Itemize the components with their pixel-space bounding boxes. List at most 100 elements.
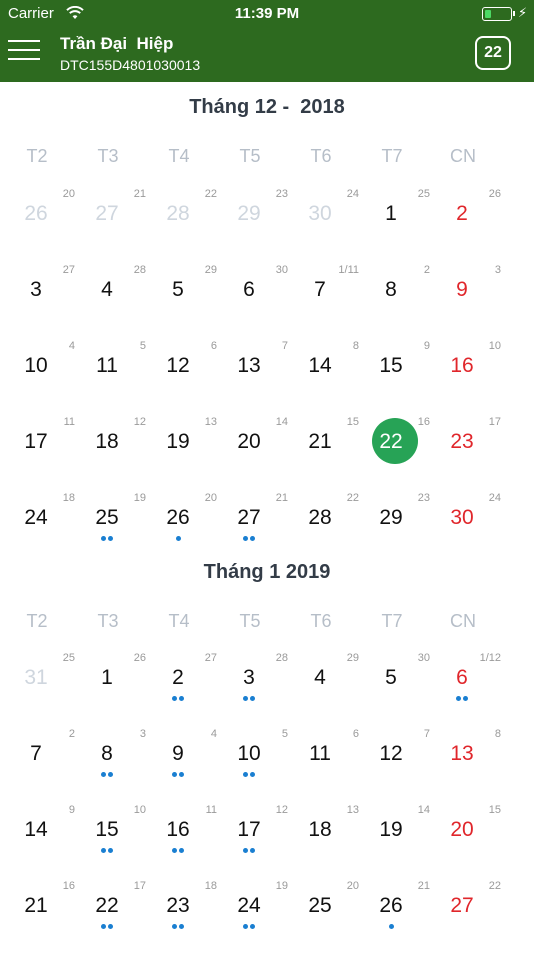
solar-date: 28: [308, 506, 332, 529]
day-cell[interactable]: 14 20: [221, 416, 292, 492]
day-cell[interactable]: 18 23: [150, 880, 221, 956]
day-cell[interactable]: 24 30: [292, 188, 363, 264]
day-cell[interactable]: 18 24: [8, 492, 79, 568]
lunar-date: 22: [204, 188, 217, 200]
lunar-date: 9: [68, 804, 75, 816]
day-cell[interactable]: 13 19: [150, 416, 221, 492]
lunar-date: 25: [417, 188, 430, 200]
event-indicator: [150, 770, 206, 777]
day-cell[interactable]: 21 26: [363, 880, 434, 956]
solar-date: 18: [95, 430, 119, 453]
day-cell[interactable]: 9 14: [8, 804, 79, 880]
day-cell[interactable]: 8 13: [434, 728, 505, 804]
day-cell[interactable]: 22 28: [292, 492, 363, 568]
day-cell[interactable]: 10 16: [434, 340, 505, 416]
day-cell[interactable]: 10 15: [79, 804, 150, 880]
day-cell[interactable]: 22 28: [150, 188, 221, 264]
day-cell[interactable]: 14 19: [363, 804, 434, 880]
day-cell[interactable]: 29 4: [292, 652, 363, 728]
event-dot: [108, 772, 113, 777]
day-cell[interactable]: 23 29: [221, 188, 292, 264]
solar-date: 8: [385, 278, 397, 301]
event-dot: [108, 924, 113, 929]
weekday-label: T6: [310, 611, 332, 631]
day-cell[interactable]: 23 29: [363, 492, 434, 568]
event-dot: [243, 536, 248, 541]
solar-date: 26: [166, 506, 190, 529]
solar-date: 19: [166, 430, 190, 453]
lunar-date: 11: [205, 804, 217, 816]
day-cell[interactable]: 20 25: [292, 880, 363, 956]
day-cell[interactable]: 17 23: [434, 416, 505, 492]
month-title: Tháng 1 2019: [203, 561, 331, 583]
day-cell[interactable]: 49: [150, 728, 221, 804]
lunar-date: 20: [346, 880, 359, 892]
lunar-date: 8: [352, 340, 359, 352]
day-cell[interactable]: 25 31: [8, 652, 79, 728]
solar-date: 5: [172, 278, 184, 301]
solar-date: 22: [379, 430, 403, 453]
day-cell[interactable]: 6 11: [292, 728, 363, 804]
day-cell[interactable]: 7 13: [221, 340, 292, 416]
day-cell[interactable]: 21 27: [79, 188, 150, 264]
day-cell[interactable]: 22 27: [434, 880, 505, 956]
weekday-label: T4: [168, 611, 190, 631]
day-cell[interactable]: 11 17: [8, 416, 79, 492]
today-button[interactable]: 22: [475, 36, 511, 70]
day-cell[interactable]: 28 3: [221, 652, 292, 728]
solar-date: 26: [24, 202, 48, 225]
day-cell[interactable]: 29 5: [150, 264, 221, 340]
today-cell[interactable]: 16 22: [363, 416, 434, 492]
lunar-date: 10: [488, 340, 501, 352]
day-cell[interactable]: 5 11: [79, 340, 150, 416]
day-cell[interactable]: 7 12: [363, 728, 434, 804]
day-cell[interactable]: 27: [8, 728, 79, 804]
day-cell[interactable]: 21 27: [221, 492, 292, 568]
day-cell[interactable]: 1/11 7: [292, 264, 363, 340]
day-cell[interactable]: 26 2: [434, 188, 505, 264]
day-cell[interactable]: 20 26: [8, 188, 79, 264]
day-cell[interactable]: 30 5: [363, 652, 434, 728]
day-cell[interactable]: 9 15: [363, 340, 434, 416]
day-cell[interactable]: 1/12 6: [434, 652, 505, 728]
day-cell[interactable]: 17 22: [79, 880, 150, 956]
day-cell[interactable]: 8 14: [292, 340, 363, 416]
weekday-label: T5: [239, 611, 261, 631]
day-cell[interactable]: 27 2: [150, 652, 221, 728]
day-cell[interactable]: 15 21: [292, 416, 363, 492]
solar-date: 24: [24, 506, 48, 529]
day-cell[interactable]: 4 10: [8, 340, 79, 416]
solar-date: 6: [243, 278, 255, 301]
day-cell[interactable]: 6 12: [150, 340, 221, 416]
event-dot: [250, 924, 255, 929]
event-indicator: [79, 534, 135, 541]
solar-date: 15: [95, 818, 119, 841]
event-indicator: [221, 846, 277, 853]
day-cell[interactable]: 28 4: [79, 264, 150, 340]
menu-icon[interactable]: [8, 40, 40, 64]
day-cell[interactable]: 12 18: [79, 416, 150, 492]
day-cell[interactable]: 20 26: [150, 492, 221, 568]
day-cell[interactable]: 26 1: [79, 652, 150, 728]
day-cell[interactable]: 16 21: [8, 880, 79, 956]
day-cell[interactable]: 12 17: [221, 804, 292, 880]
weekday-label: T7: [381, 146, 403, 166]
day-cell[interactable]: 39: [434, 264, 505, 340]
day-cell[interactable]: 24 30: [434, 492, 505, 568]
day-cell[interactable]: 19 24: [221, 880, 292, 956]
day-cell[interactable]: 27 3: [8, 264, 79, 340]
day-cell[interactable]: 15 20: [434, 804, 505, 880]
day-cell[interactable]: 19 25: [79, 492, 150, 568]
month-title: Tháng 12 - 2018: [189, 96, 345, 118]
day-cell[interactable]: 11 16: [150, 804, 221, 880]
day-cell[interactable]: 30 6: [221, 264, 292, 340]
day-cell[interactable]: 28: [363, 264, 434, 340]
solar-date: 22: [95, 894, 119, 917]
lunar-date: 20: [204, 492, 217, 504]
day-cell[interactable]: 5 10: [221, 728, 292, 804]
day-cell[interactable]: 38: [79, 728, 150, 804]
day-cell[interactable]: 13 18: [292, 804, 363, 880]
lunar-date: 19: [275, 880, 288, 892]
lunar-date: 17: [488, 416, 501, 428]
day-cell[interactable]: 25 1: [363, 188, 434, 264]
